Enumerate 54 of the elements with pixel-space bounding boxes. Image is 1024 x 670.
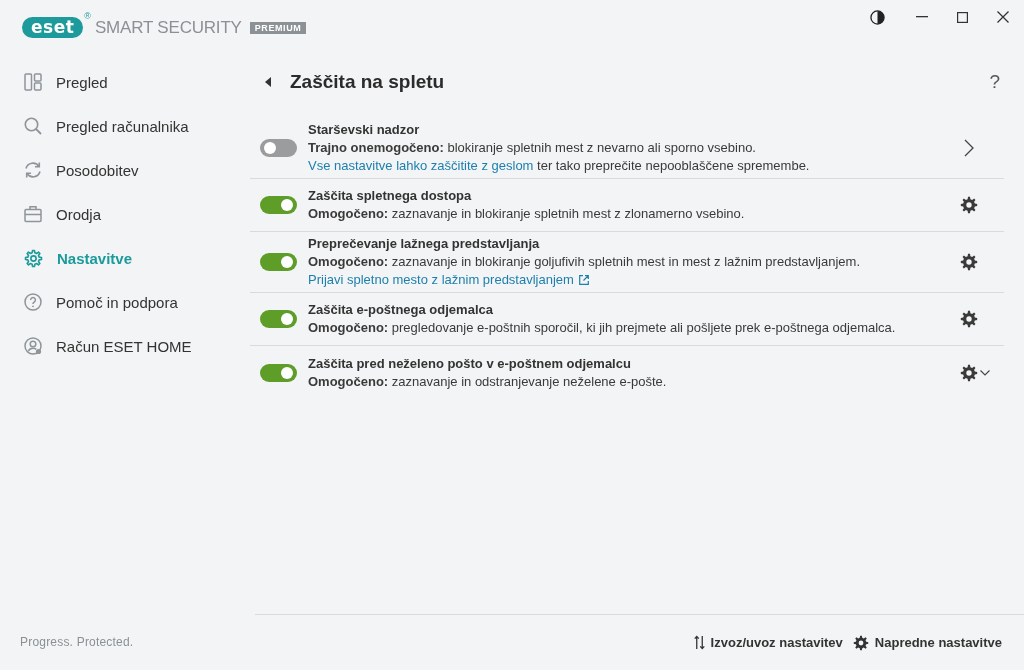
close-icon[interactable]: [997, 11, 1009, 23]
advanced-settings-button[interactable]: Napredne nastavitve: [852, 632, 1002, 653]
row-description: Omogočeno: zaznavanje in blokiranje goljufivih spletnih mest in mest z lažnim predstavljanjem.: [308, 253, 861, 271]
row-title: Zaščita pred neželeno pošto v e-poštnem odjemalcu: [308, 354, 632, 373]
back-icon[interactable]: [265, 77, 271, 87]
chevron-down-icon[interactable]: [980, 369, 990, 376]
maximize-icon[interactable]: [957, 11, 968, 23]
toggle-switch[interactable]: [260, 196, 297, 214]
search-icon: [24, 117, 42, 135]
chevron-right-icon[interactable]: [964, 139, 974, 157]
settings-icon[interactable]: [960, 310, 978, 328]
settings-icon[interactable]: [960, 363, 978, 382]
nav-item[interactable]: Pregled: [0, 60, 250, 104]
nav-item[interactable]: Orodja: [0, 192, 250, 236]
minimize-icon[interactable]: [916, 16, 928, 18]
refresh-icon: [24, 161, 42, 179]
export-import-button[interactable]: Izvoz/uvoz nastavitev: [693, 633, 843, 652]
row-title: Zaščita spletnega dostopa: [308, 187, 473, 205]
edition-badge: PREMIUM: [249, 21, 307, 34]
product-name: SMART SECURITY: [94, 17, 242, 38]
help-button[interactable]: ?: [989, 71, 1000, 93]
nav-item[interactable]: Pomoč in podpora: [0, 280, 250, 324]
settings-icon: [852, 634, 869, 651]
settings-icon[interactable]: [960, 196, 978, 214]
logo: eset: [22, 17, 84, 38]
row-title: Starševski nadzor: [308, 121, 421, 139]
settings-icon[interactable]: [960, 253, 978, 271]
transfer-icon: [693, 635, 705, 650]
help-icon: [24, 293, 42, 311]
toggle-switch[interactable]: [260, 253, 297, 271]
nav-item[interactable]: Račun ESET HOME: [0, 324, 250, 368]
tagline: Progress. Protected.: [20, 635, 134, 649]
settings-icon: [24, 248, 43, 268]
external-link-icon: [578, 275, 589, 285]
row-title: Zaščita e-poštnega odjemalca: [308, 301, 494, 319]
briefcase-icon: [24, 205, 42, 223]
nav-item[interactable]: Posodobitev: [0, 148, 250, 192]
page-title: Zaščita na spletu: [290, 71, 445, 93]
report-link[interactable]: Prijavi spletno mesto z lažnim predstavljanjem: [308, 271, 589, 289]
row-description: Omogočeno: pregledovanje e-poštnih sporočil, ki jih prejmete ali pošljete prek e-poštnega odjemalca.: [308, 319, 897, 337]
row-description: Omogočeno: zaznavanje in blokiranje spletnih mest z zlonamerno vsebino.: [308, 205, 746, 223]
row-note: Vse nastavitve lahko zaščitite z geslom ter tako preprečite nepooblaščene spremembe.: [308, 157, 811, 175]
toggle-switch[interactable]: [260, 139, 297, 157]
nav-item[interactable]: Pregled računalnika: [0, 104, 250, 148]
row-title: Preprečevanje lažnega predstavljanja: [308, 235, 541, 253]
contrast-icon[interactable]: [870, 9, 885, 25]
user-icon: [24, 337, 42, 355]
row-description: Omogočeno: zaznavanje in odstranjevanje neželene e-pošte.: [308, 372, 668, 391]
password-link[interactable]: Vse nastavitve lahko zaščitite z geslom: [308, 158, 534, 173]
registered-mark: ®: [84, 12, 91, 21]
row-description: Trajno onemogočeno: blokiranje spletnih mest z nevarno ali sporno vsebino.: [308, 139, 757, 157]
toggle-switch[interactable]: [260, 310, 297, 328]
toggle-switch[interactable]: [260, 363, 297, 382]
dashboard-icon: [24, 73, 42, 91]
